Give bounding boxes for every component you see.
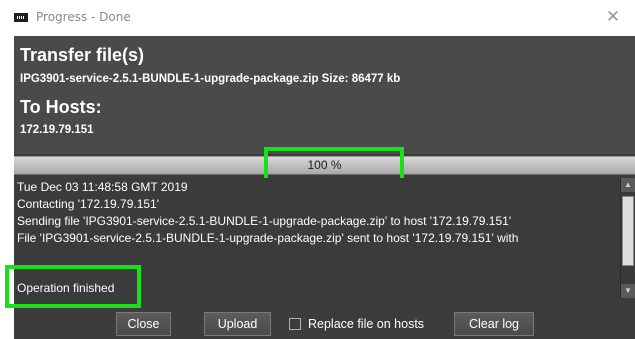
file-info: IPG3901-service-2.5.1-BUNDLE-1-upgrade-p… [20,73,401,85]
title-bar: Progress - Done ✕ [0,0,635,36]
close-icon[interactable]: ✕ [601,5,625,29]
log-area[interactable]: Tue Dec 03 11:48:58 GMT 2019 Contacting … [14,178,620,298]
transfer-header: Transfer file(s) IPG3901-service-2.5.1-B… [14,36,635,154]
log-line: Tue Dec 03 11:48:58 GMT 2019 [17,180,188,194]
log-scrollbar[interactable]: ▲ ▼ [620,178,635,298]
upload-button[interactable]: Upload [204,312,271,336]
progress-bar: 100 % [14,156,635,175]
progress-dialog: Transfer file(s) IPG3901-service-2.5.1-B… [5,36,635,339]
hosts-title: To Hosts: [20,97,102,117]
log-line: Sending file 'IPG3901-service-2.5.1-BUND… [17,214,512,228]
close-button[interactable]: Close [116,312,171,336]
scroll-down-icon[interactable]: ▼ [621,284,635,298]
log-line: Contacting '172.19.79.151' [17,197,160,211]
progress-label: 100 % [307,158,342,172]
log-line: File 'IPG3901-service-2.5.1-BUNDLE-1-upg… [17,231,519,245]
window-title: Progress - Done [36,10,131,24]
clear-log-button[interactable]: Clear log [454,312,534,336]
replace-file-label: Replace file on hosts [308,317,425,331]
host-ip: 172.19.79.151 [20,124,94,136]
scroll-thumb[interactable] [622,196,634,266]
app-window-icon [14,13,28,22]
scroll-up-icon[interactable]: ▲ [621,178,635,192]
replace-file-checkbox[interactable] [289,318,301,330]
operation-finished-text: Operation finished [17,281,115,295]
transfer-title: Transfer file(s) [20,45,145,65]
